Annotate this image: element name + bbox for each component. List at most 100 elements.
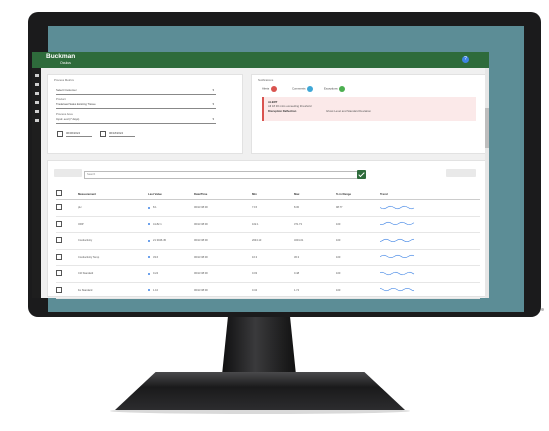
sparkline-icon	[380, 288, 415, 292]
process-metrics-panel: Process Metrics Select Customer ▾ Produc…	[47, 74, 243, 154]
help-icon[interactable]: ?	[462, 56, 469, 63]
power-indicator	[541, 308, 544, 311]
calendar-icon[interactable]	[57, 131, 63, 137]
customer-select[interactable]: Select Customer ▾	[56, 87, 216, 95]
comments-count-badge	[307, 86, 314, 92]
select-all-checkbox-cell[interactable]	[56, 188, 78, 200]
comments-chip-label: Comments	[292, 86, 306, 91]
col-trend[interactable]: Trend	[380, 188, 480, 200]
row-checkbox-cell[interactable]	[56, 216, 78, 233]
main-content: Process Metrics Select Customer ▾ Produc…	[41, 68, 489, 299]
cell-date-time: 06/13 08:00	[194, 265, 252, 283]
cell-max: 371.73	[294, 216, 336, 233]
cell-measurement: ORP	[78, 216, 148, 233]
alert-card[interactable]: ALERT All 18 30 mins exceeding threshold…	[262, 97, 476, 121]
list-icon[interactable]	[34, 101, 39, 104]
col-measurement[interactable]: Measurement	[78, 188, 148, 200]
chevron-down-icon: ▾	[212, 88, 214, 92]
row-checkbox[interactable]	[56, 286, 62, 293]
chevron-icon[interactable]	[34, 110, 39, 113]
table-row[interactable]: Cl2 Standard 0.24 06/13 08:00 0.03 0.48 100	[56, 265, 480, 283]
monitor-stand-neck	[222, 317, 296, 375]
brand-logo[interactable]: Buckman Oculus	[46, 53, 75, 66]
col-max[interactable]: Max	[294, 188, 336, 200]
calendar-icon[interactable]	[100, 131, 106, 137]
exceptions-chip[interactable]: Exceptions	[324, 86, 346, 92]
row-checkbox-cell[interactable]	[56, 199, 78, 217]
search-input[interactable]: Search	[84, 171, 358, 179]
bulk-action-button[interactable]	[54, 169, 82, 177]
measurements-table: Measurement Last Value Date/Time Min Max…	[56, 188, 480, 299]
alert-key: Disruption Deflection	[268, 109, 297, 113]
comments-chip[interactable]: Comments	[292, 86, 314, 92]
folder-icon[interactable]	[34, 92, 39, 95]
start-date-input[interactable]: 06/06/2024	[66, 130, 92, 137]
table-row[interactable]: ORP 41.82.1 06/13 08:00 102.1 371.73 100	[56, 216, 480, 233]
last-value-text: 8.1	[153, 206, 157, 210]
row-checkbox[interactable]	[56, 220, 62, 227]
cell-in-range: 100	[336, 216, 380, 233]
sparkline-icon	[380, 205, 415, 209]
top-bar: Buckman Oculus ?	[32, 52, 489, 68]
table-row[interactable]: Conductivity 21 3046.45 06/13 08:00 2043.13…	[56, 232, 480, 250]
monitor-stand-base	[115, 372, 405, 410]
menu-icon[interactable]	[34, 74, 39, 77]
brand-subtitle: Oculus	[60, 61, 71, 65]
edit-icon[interactable]	[34, 119, 39, 122]
row-checkbox[interactable]	[56, 237, 62, 244]
table-row[interactable]: pH 8.1 06/13 08:00 7.15 8.30 98.77	[56, 199, 480, 217]
exceptions-count-badge	[339, 86, 346, 92]
table-header-row: Measurement Last Value Date/Time Min Max…	[56, 188, 480, 200]
cell-trend	[380, 265, 480, 283]
scrollbar-thumb[interactable]	[485, 108, 489, 148]
notifications-title: Notifications	[258, 78, 274, 82]
row-checkbox-cell[interactable]	[56, 232, 78, 250]
cell-last-value: 0.24	[148, 265, 194, 283]
select-all-checkbox[interactable]	[56, 190, 62, 196]
col-min[interactable]: Min	[252, 188, 294, 200]
cell-trend	[380, 282, 480, 299]
row-checkbox[interactable]	[56, 270, 62, 277]
cell-trend	[380, 216, 480, 233]
cell-min: 0.34	[252, 282, 294, 299]
cell-date-time: 06/13 08:00	[194, 232, 252, 250]
row-checkbox-cell[interactable]	[56, 265, 78, 283]
cell-max: 3201.01	[294, 232, 336, 250]
alerts-chip-label: Alerts	[262, 86, 270, 91]
status-dot-icon	[148, 272, 150, 275]
alert-value: Ghost Level and Standard Deviation	[326, 109, 371, 113]
cell-max: 1.74	[294, 282, 336, 299]
end-date-input[interactable]: 06/18/2024	[109, 130, 135, 137]
exceptions-chip-label: Exceptions	[324, 86, 338, 91]
cell-date-time: 06/13 08:00	[194, 199, 252, 217]
product-select[interactable]: Tradeload Sales Existing Tissue ▾	[56, 101, 216, 109]
cell-date-time: 06/13 08:00	[194, 282, 252, 299]
home-icon[interactable]	[34, 83, 39, 86]
cell-max: 36.3	[294, 249, 336, 266]
sparkline-icon	[380, 255, 415, 259]
cell-in-range: 100	[336, 232, 380, 250]
row-checkbox[interactable]	[56, 253, 62, 260]
cell-last-value: 33.6	[148, 249, 194, 266]
cell-min: 2043.13	[252, 232, 294, 250]
row-checkbox-cell[interactable]	[56, 282, 78, 299]
cell-in-range: 100	[336, 249, 380, 266]
table-row[interactable]: Fe Standard 1.10 06/13 08:00 0.34 1.74 100	[56, 282, 480, 299]
scrollbar[interactable]	[485, 68, 489, 298]
cell-in-range: 98.77	[336, 199, 380, 217]
process-area-select[interactable]: Input: eod (7 days) ▾	[56, 116, 216, 124]
cell-max: 0.48	[294, 265, 336, 283]
table-row[interactable]: Conductivity Temp 33.6 06/13 08:00 16.3 36.3…	[56, 249, 480, 266]
cell-date-time: 06/13 08:00	[194, 249, 252, 266]
process-area-value: Input: eod (7 days)	[56, 117, 80, 121]
col-last-value[interactable]: Last Value	[148, 188, 194, 200]
cell-min: 0.03	[252, 265, 294, 283]
row-checkbox[interactable]	[56, 204, 62, 211]
col-date-time[interactable]: Date/Time	[194, 188, 252, 200]
export-button[interactable]	[446, 169, 476, 177]
col-in-range[interactable]: % in Range	[336, 188, 380, 200]
apply-check-button[interactable]	[357, 170, 366, 179]
row-checkbox-cell[interactable]	[56, 249, 78, 266]
cell-last-value: 41.82.1	[148, 216, 194, 233]
alerts-chip[interactable]: Alerts	[262, 86, 277, 92]
